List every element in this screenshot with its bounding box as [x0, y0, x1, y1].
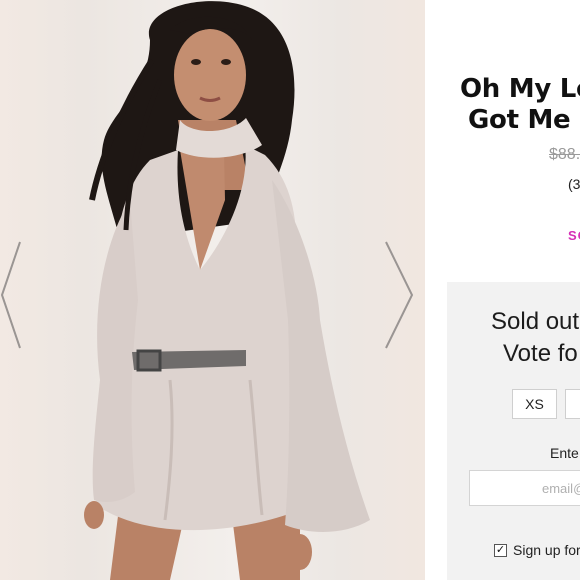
- original-price: $88.: [549, 146, 580, 163]
- sold-out-tag: SO: [568, 228, 580, 243]
- vote-heading-line-2: Vote fo: [503, 340, 578, 367]
- email-input[interactable]: [469, 470, 580, 506]
- next-image-button[interactable]: [382, 240, 416, 360]
- vote-heading-line-1: Sold out: [491, 308, 580, 335]
- email-prompt-label: Ente: [550, 445, 579, 461]
- newsletter-signup-row[interactable]: ✓ Sign up for: [494, 542, 580, 558]
- chevron-left-icon: [0, 241, 21, 349]
- vote-heading: Sold out Vote fo: [491, 306, 579, 370]
- signup-checkbox[interactable]: ✓: [494, 543, 507, 557]
- size-option-s[interactable]: S: [565, 389, 580, 419]
- prev-image-button[interactable]: [0, 240, 34, 360]
- signup-label: Sign up for: [513, 542, 580, 558]
- review-count-link[interactable]: (3: [568, 176, 580, 192]
- product-info-panel: Oh My Lo Got Me S $88. (3 SO Sold out Vo…: [425, 0, 580, 580]
- sold-out-vote-box: Sold out Vote fo XS S Ente ✓ Sign up for: [447, 282, 580, 580]
- product-image[interactable]: [0, 0, 425, 580]
- product-title-line-2: Got Me S: [468, 105, 580, 135]
- model-photo: [84, 1, 370, 580]
- product-title-line-1: Oh My Lo: [460, 74, 580, 104]
- size-option-xs[interactable]: XS: [512, 389, 557, 419]
- chevron-right-icon: [385, 241, 414, 349]
- product-title: Oh My Lo Got Me S: [460, 74, 580, 136]
